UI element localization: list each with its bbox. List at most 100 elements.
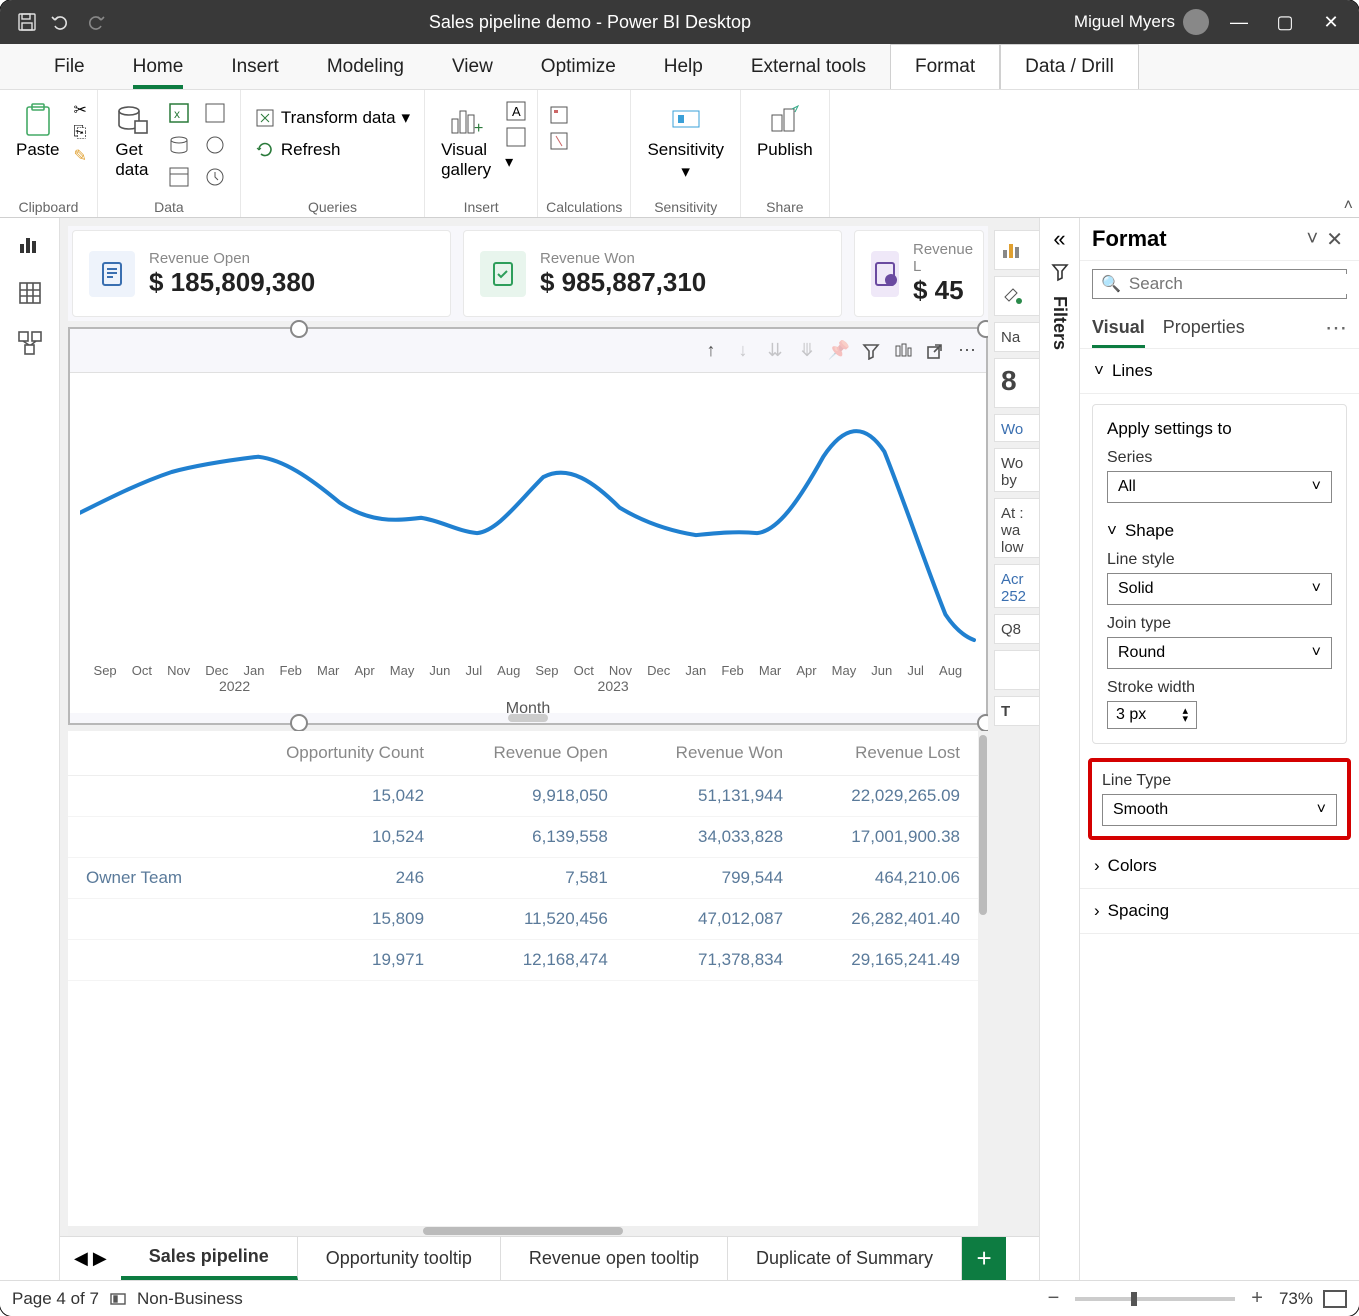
report-view-icon[interactable] [15, 228, 45, 258]
selection-handle[interactable] [977, 320, 988, 338]
undo-icon[interactable] [50, 11, 72, 33]
section-shape[interactable]: ˅ Shape [1107, 521, 1332, 541]
minimize-icon[interactable]: — [1229, 12, 1249, 32]
maximize-icon[interactable]: ▢ [1275, 12, 1295, 32]
format-painter-icon[interactable]: ✎ [73, 146, 86, 166]
table-vscroll[interactable] [978, 731, 988, 1236]
kpi-revenue-open[interactable]: Revenue Open $ 185,809,380 [72, 230, 451, 317]
table-row[interactable]: 19,97112,168,47471,378,83429,165,241.49 [68, 940, 978, 981]
more-options-icon[interactable]: ⋯ [956, 340, 978, 362]
user-badge[interactable]: Miguel Myers [1074, 9, 1209, 35]
more-visuals-icon[interactable] [505, 126, 527, 148]
zoom-out-button[interactable]: − [1042, 1287, 1066, 1310]
page-tab-dup-summary[interactable]: Duplicate of Summary [728, 1237, 962, 1280]
redo-icon[interactable] [84, 11, 106, 33]
transform-data-button[interactable]: Transform data ▾ [251, 104, 414, 132]
filters-icon[interactable] [1050, 262, 1070, 282]
new-measure-icon[interactable] [548, 104, 570, 126]
table-row[interactable]: 15,0429,918,05051,131,94422,029,265.09 [68, 776, 978, 817]
data-view-icon[interactable] [15, 278, 45, 308]
format-brush-button[interactable] [994, 276, 1039, 316]
format-search[interactable]: 🔍 [1092, 269, 1347, 299]
page-tab-rev-open-tooltip[interactable]: Revenue open tooltip [501, 1237, 728, 1280]
col-rev-open[interactable]: Revenue Open [442, 731, 626, 776]
more-tabs-icon[interactable]: ⋯ [1325, 307, 1347, 348]
kpi-revenue-won[interactable]: Revenue Won $ 985,887,310 [463, 230, 842, 317]
series-select[interactable]: All ˅ [1107, 471, 1332, 503]
menu-format[interactable]: Format [890, 44, 1000, 89]
table-row[interactable]: Owner Team2467,581799,544464,210.06 [68, 858, 978, 899]
menu-home[interactable]: Home [109, 44, 208, 89]
line-chart-visual[interactable]: ↑ ↓ ⇊ ⤋ 📌 ⋯ [68, 327, 988, 725]
focus-mode-icon[interactable] [892, 340, 914, 362]
popout-icon[interactable] [924, 340, 946, 362]
enter-data-icon[interactable] [162, 162, 196, 192]
spinner-arrows-icon[interactable]: ▴▾ [1182, 707, 1188, 723]
sql-icon[interactable] [162, 130, 196, 160]
search-input[interactable] [1129, 274, 1350, 294]
table-row[interactable]: 15,80911,520,45647,012,08726,282,401.40 [68, 899, 978, 940]
menu-data-drill[interactable]: Data / Drill [1000, 44, 1139, 89]
refresh-button[interactable]: Refresh [251, 136, 414, 164]
drill-up-icon[interactable]: ↑ [700, 340, 722, 362]
zoom-slider[interactable] [1075, 1297, 1235, 1301]
collapse-ribbon-icon[interactable]: ˄ [1344, 197, 1353, 215]
quick-measure-icon[interactable] [548, 130, 570, 152]
chevron-down-icon[interactable]: ˅ [1303, 228, 1323, 251]
save-icon[interactable] [16, 11, 38, 33]
fit-to-page-icon[interactable] [1323, 1290, 1347, 1308]
sensitivity-button[interactable]: Sensitivity ▾ [639, 98, 732, 186]
excel-icon[interactable]: x [162, 98, 196, 128]
sensitivity-icon[interactable] [109, 1290, 127, 1308]
tab-properties[interactable]: Properties [1163, 307, 1245, 348]
col-owner[interactable] [68, 731, 229, 776]
col-rev-won[interactable]: Revenue Won [626, 731, 801, 776]
menu-modeling[interactable]: Modeling [303, 44, 428, 89]
onelake-icon[interactable] [198, 98, 232, 128]
stroke-width-spinner[interactable]: 3 px ▴▾ [1107, 701, 1197, 729]
text-box-icon[interactable]: A [505, 100, 527, 122]
page-tab-opp-tooltip[interactable]: Opportunity tooltip [298, 1237, 501, 1280]
line-type-select[interactable]: Smooth ˅ [1102, 794, 1337, 826]
section-lines[interactable]: ˅ Lines [1094, 361, 1345, 381]
add-page-button[interactable]: + [962, 1237, 1006, 1280]
new-visual-icon[interactable]: ▾ [505, 152, 527, 172]
zoom-in-button[interactable]: + [1245, 1287, 1269, 1310]
recent-icon[interactable] [198, 162, 232, 192]
col-rev-lost[interactable]: Revenue Lost [801, 731, 978, 776]
visual-type-toggle[interactable] [994, 230, 1039, 270]
table-visual[interactable]: Opportunity Count Revenue Open Revenue W… [68, 731, 988, 1236]
filter-icon[interactable] [860, 340, 882, 362]
paste-button[interactable]: Paste [8, 98, 67, 164]
section-spacing[interactable]: › Spacing [1094, 901, 1345, 921]
menu-insert[interactable]: Insert [207, 44, 303, 89]
selection-handle[interactable] [977, 714, 988, 732]
cut-icon[interactable]: ✂ [73, 100, 86, 120]
x-axis-title: Month [80, 694, 976, 724]
menu-optimize[interactable]: Optimize [517, 44, 640, 89]
page-tab-sales-pipeline[interactable]: Sales pipeline [121, 1237, 298, 1280]
visual-gallery-button[interactable]: + Visual gallery [433, 98, 499, 184]
tab-nav[interactable]: ◀ ▶ [60, 1237, 121, 1280]
menu-external-tools[interactable]: External tools [727, 44, 890, 89]
col-opp-count[interactable]: Opportunity Count [229, 731, 442, 776]
selection-handle[interactable] [290, 320, 308, 338]
expand-filters-icon[interactable]: « [1053, 226, 1065, 252]
table-hscroll[interactable] [68, 1226, 978, 1236]
menu-view[interactable]: View [428, 44, 517, 89]
close-pane-icon[interactable]: ✕ [1322, 227, 1347, 252]
table-row[interactable]: 10,5246,139,55834,033,82817,001,900.38 [68, 817, 978, 858]
tab-visual[interactable]: Visual [1092, 307, 1145, 348]
close-icon[interactable]: ✕ [1321, 12, 1341, 32]
get-data-button[interactable]: Get data [106, 98, 158, 184]
line-style-select[interactable]: Solid ˅ [1107, 573, 1332, 605]
dataverse-icon[interactable] [198, 130, 232, 160]
kpi-revenue-lost[interactable]: ! Revenue L $ 45 [854, 230, 984, 317]
join-type-select[interactable]: Round ˅ [1107, 637, 1332, 669]
model-view-icon[interactable] [15, 328, 45, 358]
copy-icon[interactable]: ⎘ [73, 124, 86, 142]
section-colors[interactable]: › Colors [1094, 856, 1345, 876]
menu-file[interactable]: File [30, 44, 109, 89]
publish-button[interactable]: Publish [749, 98, 821, 164]
menu-help[interactable]: Help [640, 44, 727, 89]
